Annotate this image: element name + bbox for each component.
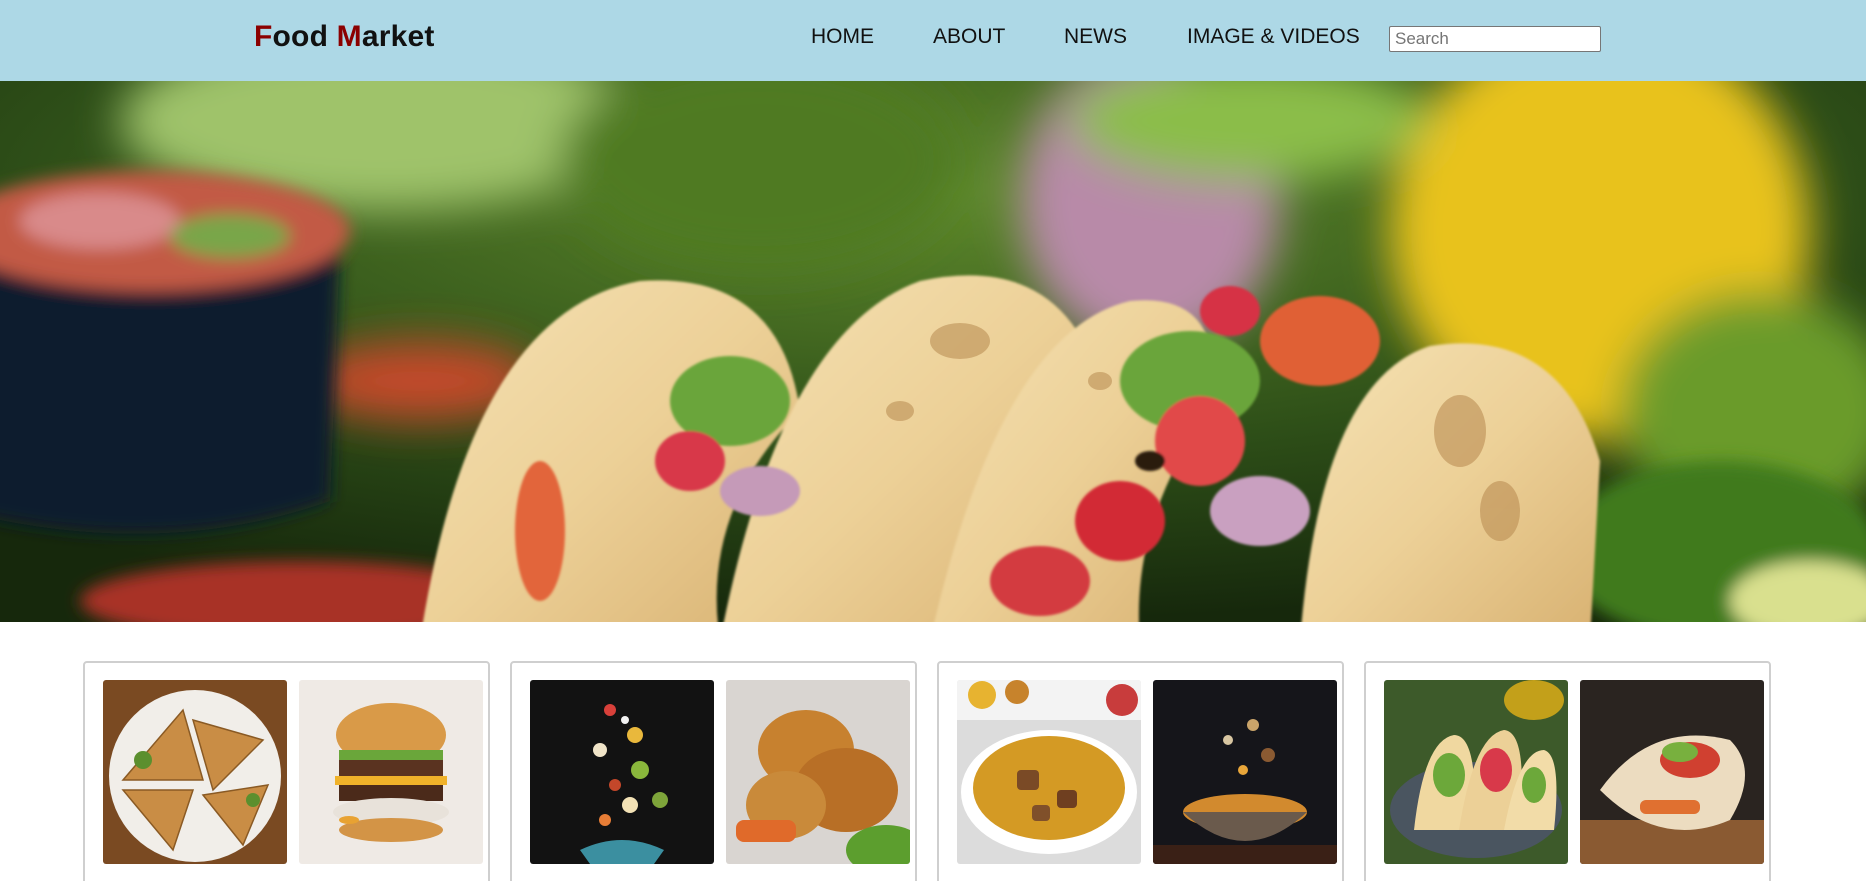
nav-news[interactable]: NEWS [1064,25,1127,49]
food-card-2[interactable] [510,661,917,881]
logo-letter-m: M [336,20,362,53]
search-input[interactable] [1389,26,1601,52]
site-logo[interactable]: Food Market [254,20,435,54]
nav-about[interactable]: ABOUT [933,25,1005,49]
flying-salad-bowl-image[interactable] [530,680,714,864]
nav-image-videos[interactable]: IMAGE & VIDEOS [1187,25,1360,49]
food-card-4[interactable] [1364,661,1771,881]
hero-tacos-image [0,81,1866,622]
logo-text-ood: ood [272,20,337,53]
burger-image[interactable] [299,680,483,864]
logo-text-arket: arket [361,20,435,53]
quesadilla-image[interactable] [103,680,287,864]
flying-rice-bowl-image[interactable] [1153,680,1337,864]
hero-banner [0,81,1866,622]
burrito-wrap-image[interactable] [1580,680,1764,864]
biryani-rice-image[interactable] [957,680,1141,864]
nav-home[interactable]: HOME [811,25,874,49]
logo-letter-f: F [254,20,273,53]
site-header: Food Market HOME ABOUT NEWS IMAGE & VIDE… [0,0,1866,81]
food-card-3[interactable] [937,661,1344,881]
food-card-1[interactable] [83,661,490,881]
tacos-plate-image[interactable] [1384,680,1568,864]
fried-chicken-image[interactable] [726,680,910,864]
